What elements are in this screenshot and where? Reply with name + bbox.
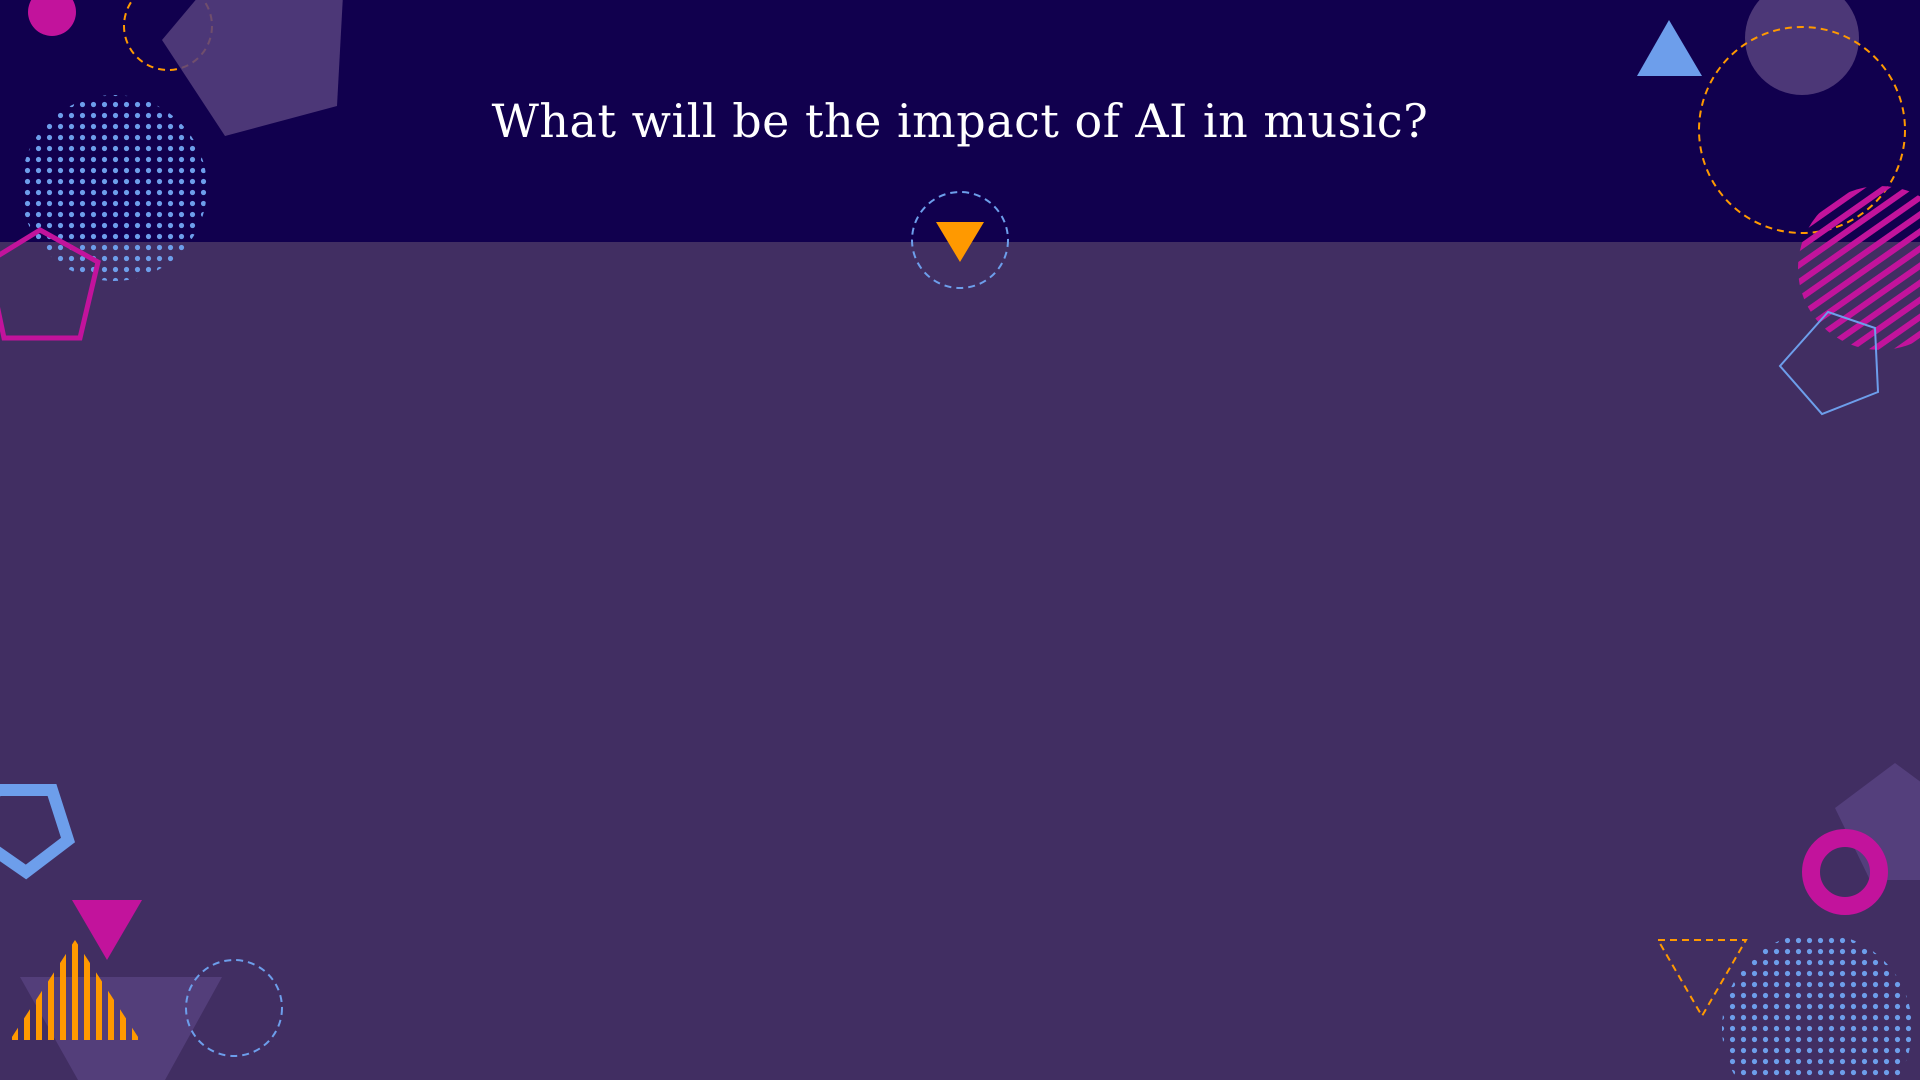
slide-title: What will be the impact of AI in music?: [491, 94, 1429, 148]
dotted-blue-circle-br-shape: [1722, 933, 1912, 1080]
dashed-orange-down-triangle-shape: [1656, 939, 1748, 1018]
muted-triangle-shape: [20, 977, 222, 1080]
muted-pentagon-br-shape: [1835, 763, 1920, 880]
magenta-outline-pentagon-shape: [0, 227, 101, 341]
blue-thick-pentagon-shape: [0, 784, 76, 880]
orange-striped-triangle-shape: [10, 940, 140, 1040]
magenta-ring-shape: [1802, 829, 1888, 915]
magenta-down-triangle-shape: [72, 900, 142, 960]
slide: What will be the impact of AI in music?: [0, 0, 1920, 1080]
dashed-blue-circle-shape: [185, 959, 283, 1057]
blue-outline-pentagon-shape: [1778, 310, 1880, 416]
